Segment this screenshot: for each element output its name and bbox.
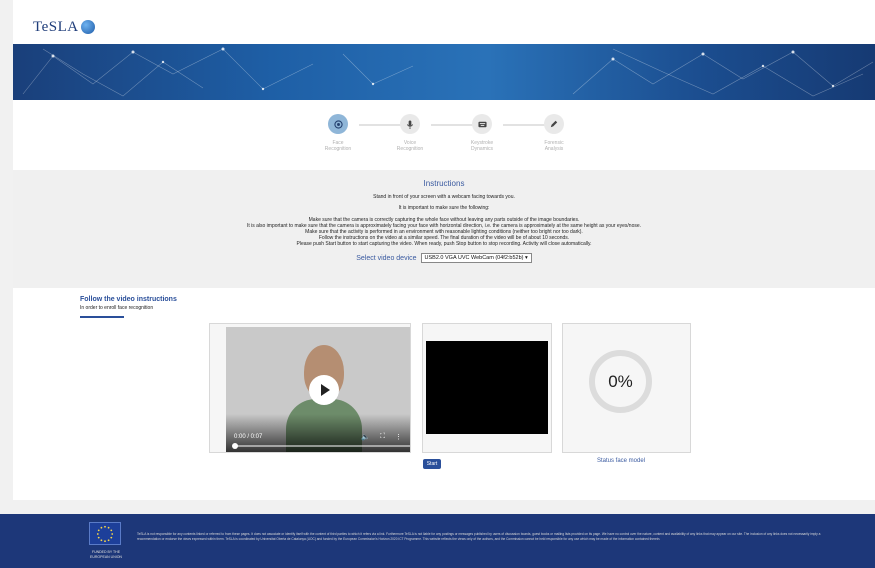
enrollment-steps: Face Recognition Voice Recognition Keystro… <box>13 108 875 168</box>
microphone-icon <box>400 114 420 134</box>
status-panel: 0% <box>562 323 691 453</box>
video-device-row: Select video device USB2.0 VGA UVC WebCa… <box>13 253 875 263</box>
volume-icon[interactable]: 🔈 <box>361 433 370 441</box>
instruction-video[interactable]: 0:00 / 0:07 🔈 ⛶ ⋮ <box>226 327 410 452</box>
step-voice-recognition[interactable]: Voice Recognition <box>375 114 445 152</box>
video-progress-bar[interactable] <box>232 443 410 449</box>
progress-ring: 0% <box>589 350 652 413</box>
page: TeSLA Face Recognition Voice Recognition… <box>13 0 875 500</box>
camera-icon <box>328 114 348 134</box>
video-device-label: Select video device <box>356 254 417 262</box>
instructions-panel: Instructions Stand in front of your scre… <box>13 170 875 288</box>
play-button[interactable] <box>309 375 339 405</box>
start-button[interactable]: Start <box>423 459 441 469</box>
fullscreen-icon[interactable]: ⛶ <box>380 433 385 441</box>
video-time: 0:00 / 0:07 <box>234 434 263 440</box>
instruction-video-panel: 0:00 / 0:07 🔈 ⛶ ⋮ <box>209 323 411 453</box>
step-keystroke-dynamics[interactable]: Keystroke Dynamics <box>447 114 517 152</box>
keyboard-icon <box>472 114 492 134</box>
pencil-icon <box>544 114 564 134</box>
webcam-preview <box>426 341 548 434</box>
more-options-icon[interactable]: ⋮ <box>395 433 402 441</box>
tesla-logo[interactable]: TeSLA <box>33 16 95 38</box>
network-pattern <box>22 47 874 97</box>
step-face-recognition[interactable]: Face Recognition <box>303 114 373 152</box>
instruction-text: Please push Start button to start captur… <box>296 241 592 247</box>
follow-title: Follow the video instructions <box>80 296 177 303</box>
instruction-text: Stand in front of your screen with a web… <box>373 194 515 200</box>
step-label: Face Recognition <box>324 140 352 152</box>
header-banner <box>13 44 875 100</box>
video-control-icons: 🔈 ⛶ ⋮ <box>361 433 402 441</box>
eu-funding-label: FUNDED BY THE EUROPEAN UNION <box>90 550 122 559</box>
video-device-select[interactable]: USB2.0 VGA UVC WebCam (04f2:b52b) ▾ <box>420 253 532 263</box>
footer: FUNDED BY THE EUROPEAN UNION TeSLA is no… <box>0 514 875 568</box>
status-face-model-link[interactable]: Status face model <box>597 458 645 464</box>
webcam-panel <box>422 323 552 453</box>
footer-disclaimer: TeSLA is not responsible for any content… <box>137 532 821 541</box>
follow-subtitle: In order to enroll face recognition <box>80 305 154 311</box>
status-percent: 0% <box>608 371 633 391</box>
instructions-title: Instructions <box>423 179 465 188</box>
step-label: Forensic Analysis <box>544 140 564 152</box>
step-forensic-analysis[interactable]: Forensic Analysis <box>519 114 589 152</box>
step-label: Voice Recognition <box>396 140 424 152</box>
logo-text: TeSLA <box>33 18 79 35</box>
title-underline <box>80 316 124 318</box>
progress-handle[interactable] <box>232 443 238 449</box>
instruction-text: It is important to make sure the followi… <box>398 205 490 211</box>
logo-globe-icon <box>80 20 95 34</box>
eu-flag-icon <box>89 522 121 545</box>
step-label: Keystroke Dynamics <box>470 140 494 152</box>
